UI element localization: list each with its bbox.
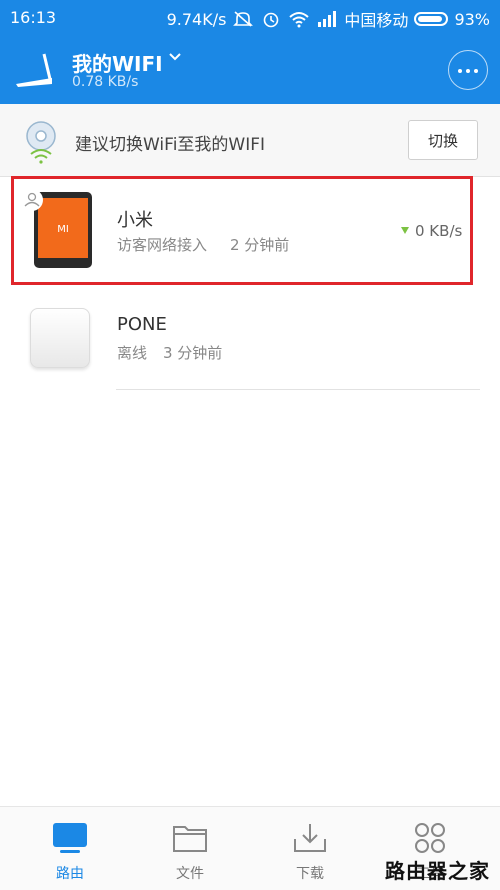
device-thumbnail	[30, 308, 90, 368]
wifi-icon	[289, 12, 310, 28]
tab-download[interactable]: 下载	[250, 807, 370, 890]
battery-level: 93%	[454, 9, 490, 29]
app-bar: 我的WIFI 0.78 KB/s	[0, 36, 500, 104]
device-status: 离线	[117, 344, 148, 362]
tab-label: 路由	[56, 866, 84, 882]
apps-icon	[415, 823, 445, 853]
battery-icon	[414, 12, 449, 26]
dot	[458, 69, 462, 73]
alarm-icon	[264, 12, 279, 28]
signal-icon	[318, 11, 337, 27]
device-item-xiaomi[interactable]: MI 小米 访客网络接入 2 分钟前 0 KB/s	[11, 176, 473, 285]
wifi-disc-icon	[26, 121, 56, 164]
device-last-seen: 3 分钟前	[163, 344, 223, 362]
folder-icon	[173, 826, 207, 852]
device-last-seen: 2 分钟前	[230, 236, 290, 254]
tab-files[interactable]: 文件	[130, 807, 250, 890]
network-title[interactable]: 我的WIFI	[72, 48, 163, 77]
carrier-name: 中国移动	[344, 11, 409, 30]
status-time: 16:13	[10, 8, 57, 27]
tab-label: 文件	[176, 866, 204, 882]
svg-text:MI: MI	[57, 224, 69, 235]
dot	[474, 69, 478, 73]
dot	[466, 69, 470, 73]
status-indicators: 9.74K/s 中国移动 93%	[167, 7, 490, 31]
router-tv-icon	[53, 823, 87, 853]
device-name: PONE	[117, 314, 167, 335]
chevron-down-icon[interactable]	[168, 50, 182, 64]
network-speed: 9.74K/s	[166, 9, 227, 29]
switch-wifi-suggestion: 建议切换WiFi至我的WIFI 切换	[0, 104, 500, 177]
device-name: 小米	[117, 210, 153, 231]
mute-icon	[233, 11, 254, 27]
list-divider	[116, 389, 480, 390]
tab-label: 下载	[296, 866, 324, 882]
more-options-button[interactable]	[448, 50, 488, 90]
device-status: 访客网络接入	[117, 236, 208, 254]
status-bar: 16:13 9.74K/s 中国移动 93%	[0, 0, 500, 36]
router-icon	[16, 53, 52, 87]
phone-thumbnail: MI	[21, 189, 92, 268]
network-speed-readout: 0.78 KB/s	[72, 74, 139, 90]
switch-button[interactable]: 切换	[408, 120, 478, 160]
download-arrow-icon	[401, 227, 409, 234]
download-icon	[294, 824, 326, 852]
watermark: 路由器之家	[385, 859, 490, 883]
tab-router[interactable]: 路由	[10, 807, 130, 890]
bottom-tab-bar: 路由 文件 下载 工具 路由器之家	[0, 806, 500, 890]
suggestion-text: 建议切换WiFi至我的WIFI	[75, 135, 266, 155]
device-speed: 0 KB/s	[415, 222, 463, 240]
device-item-pone[interactable]: PONE 离线 3 分钟前	[0, 300, 500, 400]
